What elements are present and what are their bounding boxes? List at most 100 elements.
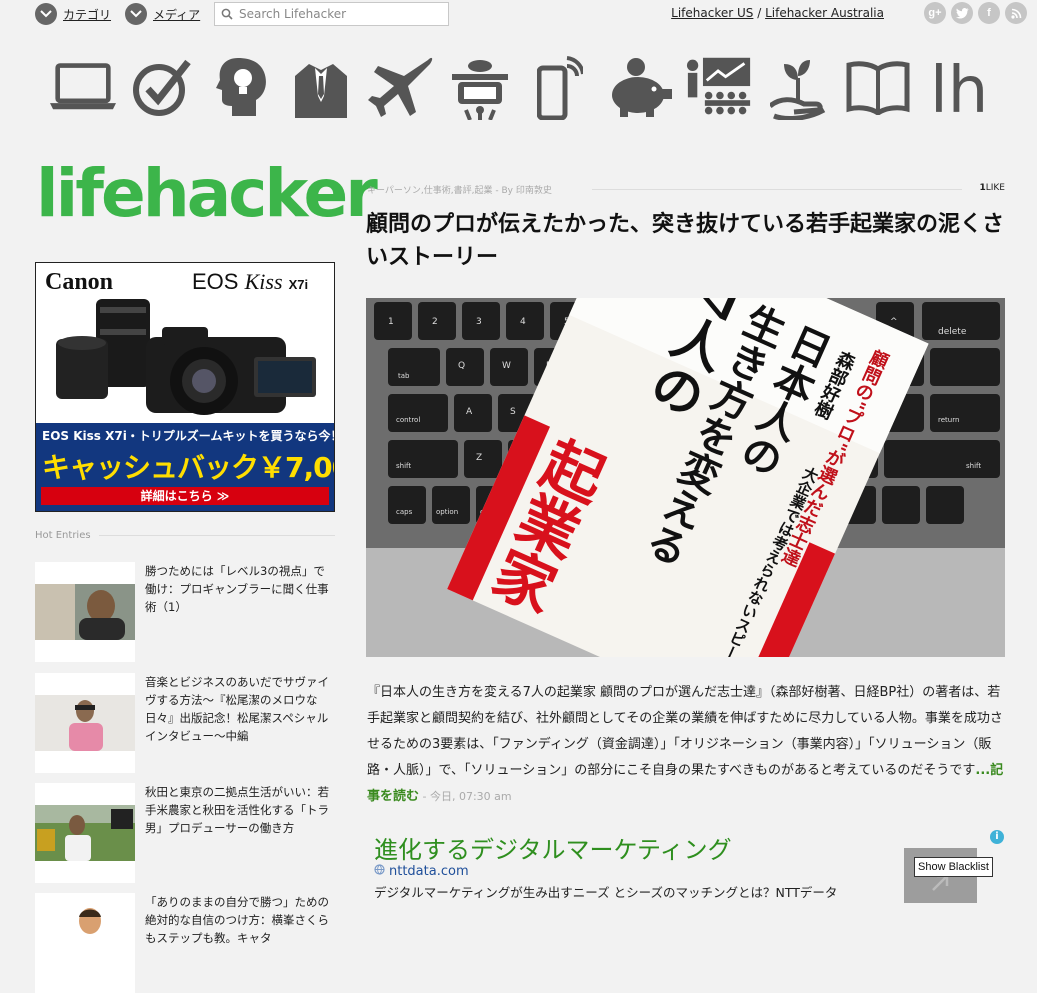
rss-icon[interactable] bbox=[1005, 2, 1027, 24]
like-label: LIKE bbox=[985, 183, 1005, 193]
chevron-down-icon bbox=[35, 3, 57, 25]
piggy-bank-icon[interactable] bbox=[606, 52, 673, 122]
heading-rule bbox=[98, 534, 335, 536]
ad-url-text: nttdata.com bbox=[389, 864, 469, 879]
media-menu[interactable]: メディア bbox=[125, 3, 200, 25]
ad-url[interactable]: nttdata.com bbox=[374, 864, 469, 879]
checkmark-icon[interactable] bbox=[129, 52, 195, 122]
globe-icon bbox=[374, 864, 385, 879]
hot-entry[interactable]: 秋田と東京の二拠点生活がいい：若手米農家と秋田を活性化する「トラ男」プロデューサ… bbox=[35, 783, 335, 883]
category-menu[interactable]: カテゴリ bbox=[35, 3, 111, 25]
key-label: 2 bbox=[432, 317, 438, 327]
camera-image bbox=[56, 299, 316, 415]
search-box bbox=[214, 2, 449, 26]
article-byline: - By 印南敦史 bbox=[492, 186, 552, 196]
search-icon bbox=[215, 8, 239, 20]
key-label: A bbox=[466, 407, 473, 417]
idea-head-icon[interactable] bbox=[209, 52, 275, 122]
entry-thumbnail[interactable] bbox=[35, 783, 135, 883]
ad-description: デジタルマーケティングが生み出すニーズ とシーズのマッチングとは？NTTデータ bbox=[374, 885, 838, 900]
twitter-icon[interactable] bbox=[951, 2, 973, 24]
key-label: Z bbox=[476, 453, 482, 463]
ad-model-eos: EOS bbox=[192, 269, 239, 294]
hot-entries-heading: Hot Entries bbox=[35, 528, 335, 542]
entry-title[interactable]: 勝つためには「レベル3の視点」で働け：プロギャンブラーに聞く仕事術（1） bbox=[145, 562, 335, 616]
ad-headline: EOS Kiss X7i・トリプルズームキットを買うなら今！ bbox=[42, 429, 335, 443]
ad-title[interactable]: 進化するデジタルマーケティング bbox=[374, 830, 732, 865]
key-label: 4 bbox=[520, 317, 526, 327]
ad-model-sub: X7i bbox=[288, 277, 309, 292]
entry-thumbnail[interactable] bbox=[35, 673, 135, 773]
meta-rule bbox=[592, 189, 962, 190]
key-label: return bbox=[938, 416, 959, 424]
show-blacklist-button[interactable]: Show Blacklist bbox=[914, 857, 993, 877]
chevron-down-icon bbox=[125, 3, 147, 25]
key-label: tab bbox=[398, 372, 410, 380]
cooking-pot-icon[interactable] bbox=[447, 52, 513, 122]
airplane-icon[interactable] bbox=[367, 52, 434, 122]
key-label: S bbox=[510, 407, 516, 417]
article-meta: キーパーソン,仕事術,書評,起業 - By 印南敦史 1LIKE bbox=[367, 183, 1005, 197]
lh-icon-text: lh bbox=[930, 56, 984, 118]
business-suit-icon[interactable] bbox=[288, 52, 354, 122]
ad-cashback: キャッシュバック￥7,000!! bbox=[42, 451, 334, 484]
category-icon-row: lh bbox=[50, 52, 990, 122]
key-label: control bbox=[396, 416, 420, 424]
key-label: shift bbox=[396, 462, 411, 470]
hot-entries-title: Hot Entries bbox=[35, 529, 91, 541]
category-menu-label: カテゴリ bbox=[63, 7, 112, 22]
entry-image bbox=[79, 908, 101, 934]
article-body-text: 『日本人の生き方を変える7人の起業家 顧問のプロが選んだ志士達』（森部好樹著、日… bbox=[367, 685, 1003, 778]
google-plus-icon[interactable]: g+ bbox=[924, 2, 946, 24]
top-bar: カテゴリ メディア Lifehacker US / Lifehacker Aus… bbox=[0, 0, 1037, 30]
presentation-icon[interactable] bbox=[686, 52, 752, 122]
lifehacker-logo[interactable]: lifehacker bbox=[36, 146, 378, 242]
canon-ad-banner[interactable]: Canon EOS Kiss X7i EOS Kiss X7i・トリプルズームキ… bbox=[35, 262, 335, 512]
key-label: Q bbox=[458, 361, 465, 371]
lifehacker-australia-link[interactable]: Lifehacker Australia bbox=[765, 6, 884, 20]
article-hero-image[interactable]: 1 2 3 4 5 ^ delete tab Q W E @ control A… bbox=[366, 298, 1005, 657]
key-label: delete bbox=[938, 327, 967, 337]
facebook-icon[interactable]: f bbox=[978, 2, 1000, 24]
key-label: option bbox=[436, 508, 458, 516]
ad-camera-area: Canon EOS Kiss X7i bbox=[36, 263, 334, 423]
entry-image bbox=[35, 584, 135, 640]
book-icon[interactable] bbox=[845, 52, 911, 122]
like-count[interactable]: 1LIKE bbox=[979, 183, 1005, 193]
article-tags[interactable]: キーパーソン,仕事術,書評,起業 bbox=[367, 186, 493, 196]
key-label: shift bbox=[966, 462, 981, 470]
lh-icon[interactable]: lh bbox=[924, 52, 990, 122]
key-label: caps bbox=[396, 508, 413, 516]
hero-photo: 1 2 3 4 5 ^ delete tab Q W E @ control A… bbox=[366, 298, 1005, 657]
key-label: 1 bbox=[388, 317, 394, 327]
laptop-icon[interactable] bbox=[50, 52, 116, 122]
post-time: - 今日, 07:30 am bbox=[419, 790, 512, 803]
hot-entry[interactable]: 勝つためには「レベル3の視点」で働け：プロギャンブラーに聞く仕事術（1） bbox=[35, 562, 335, 662]
entry-image bbox=[35, 805, 135, 861]
entry-thumbnail[interactable] bbox=[35, 562, 135, 662]
lifehacker-us-link[interactable]: Lifehacker US bbox=[671, 6, 753, 20]
plant-hand-icon[interactable] bbox=[765, 52, 831, 122]
hot-entry[interactable]: 「ありのままの自分で勝つ」ための絶対的な自信のつけ方：横峯さくらもステップも教。… bbox=[35, 893, 335, 993]
ad-details-button[interactable]: 詳細はこちら ≫ bbox=[41, 487, 329, 505]
entry-title[interactable]: 音楽とビジネスのあいだでサヴァイヴする方法〜『松尾潔のメロウな日々』出版記念！松… bbox=[145, 673, 335, 745]
key-label: W bbox=[502, 361, 511, 371]
ad-brand: Canon bbox=[45, 269, 114, 295]
key-label: 3 bbox=[476, 317, 482, 327]
key-label: ^ bbox=[890, 317, 898, 327]
entry-thumbnail[interactable] bbox=[35, 893, 135, 993]
entry-title[interactable]: 秋田と東京の二拠点生活がいい：若手米農家と秋田を活性化する「トラ男」プロデューサ… bbox=[145, 783, 335, 837]
media-menu-label: メディア bbox=[153, 7, 201, 22]
search-input[interactable] bbox=[239, 7, 439, 21]
smartphone-icon[interactable] bbox=[527, 52, 593, 122]
ad-model: EOS Kiss X7i bbox=[192, 269, 308, 295]
article-title[interactable]: 顧問のプロが伝えたかった、突き抜けている若手起業家の泥くさいストーリー bbox=[366, 208, 1006, 274]
entry-title[interactable]: 「ありのままの自分で勝つ」ための絶対的な自信のつけ方：横峯さくらもステップも教。… bbox=[145, 893, 335, 947]
region-links: Lifehacker US / Lifehacker Australia bbox=[671, 6, 884, 20]
hot-entry[interactable]: 音楽とビジネスのあいだでサヴァイヴする方法〜『松尾潔のメロウな日々』出版記念！松… bbox=[35, 673, 335, 773]
article-excerpt: 『日本人の生き方を変える7人の起業家 顧問のプロが選んだ志士達』（森部好樹著、日… bbox=[367, 680, 1007, 810]
ad-info-icon[interactable]: i bbox=[990, 830, 1004, 844]
ad-model-kiss: Kiss bbox=[244, 269, 283, 294]
social-links: g+ f bbox=[924, 2, 1027, 24]
region-separator: / bbox=[753, 6, 766, 20]
